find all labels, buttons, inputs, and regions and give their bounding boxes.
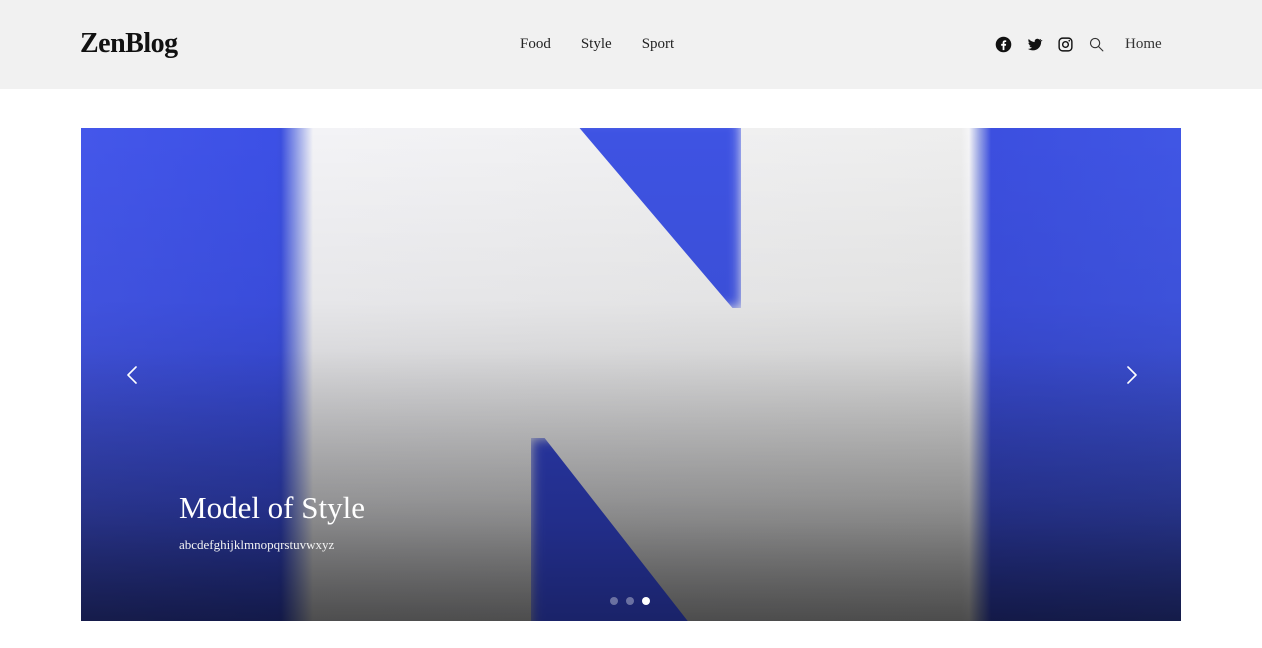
- carousel-dot-3[interactable]: [642, 597, 650, 605]
- carousel-dot-1[interactable]: [610, 597, 618, 605]
- header-tools: Home: [995, 34, 1162, 54]
- site-header: ZenBlog Food Style Sport Home: [0, 0, 1262, 89]
- carousel-next-button[interactable]: [1121, 364, 1143, 386]
- main-nav: Food Style Sport: [520, 34, 674, 54]
- carousel-prev-button[interactable]: [121, 364, 143, 386]
- slide-caption: Model of Style abcdefghijklmnopqrstuvwxy…: [179, 488, 365, 554]
- nav-item-style[interactable]: Style: [581, 34, 612, 54]
- carousel-indicators: [610, 597, 650, 605]
- site-logo[interactable]: ZenBlog: [80, 26, 178, 62]
- nav-item-sport[interactable]: Sport: [642, 34, 675, 54]
- facebook-icon[interactable]: [995, 36, 1012, 53]
- search-icon[interactable]: [1088, 36, 1105, 53]
- hero-image-shape-top: [571, 128, 741, 308]
- carousel-dot-2[interactable]: [626, 597, 634, 605]
- hero-image-shape-bottom: [531, 438, 701, 621]
- chevron-right-icon: [1127, 366, 1137, 384]
- instagram-icon[interactable]: [1057, 36, 1074, 53]
- chevron-left-icon: [127, 366, 137, 384]
- slide-subtitle: abcdefghijklmnopqrstuvwxyz: [179, 537, 335, 552]
- nav-item-food[interactable]: Food: [520, 34, 551, 54]
- slide-title[interactable]: Model of Style: [179, 488, 365, 528]
- hero-carousel: Model of Style abcdefghijklmnopqrstuvwxy…: [81, 128, 1181, 621]
- twitter-icon[interactable]: [1026, 36, 1043, 53]
- home-link[interactable]: Home: [1125, 34, 1162, 54]
